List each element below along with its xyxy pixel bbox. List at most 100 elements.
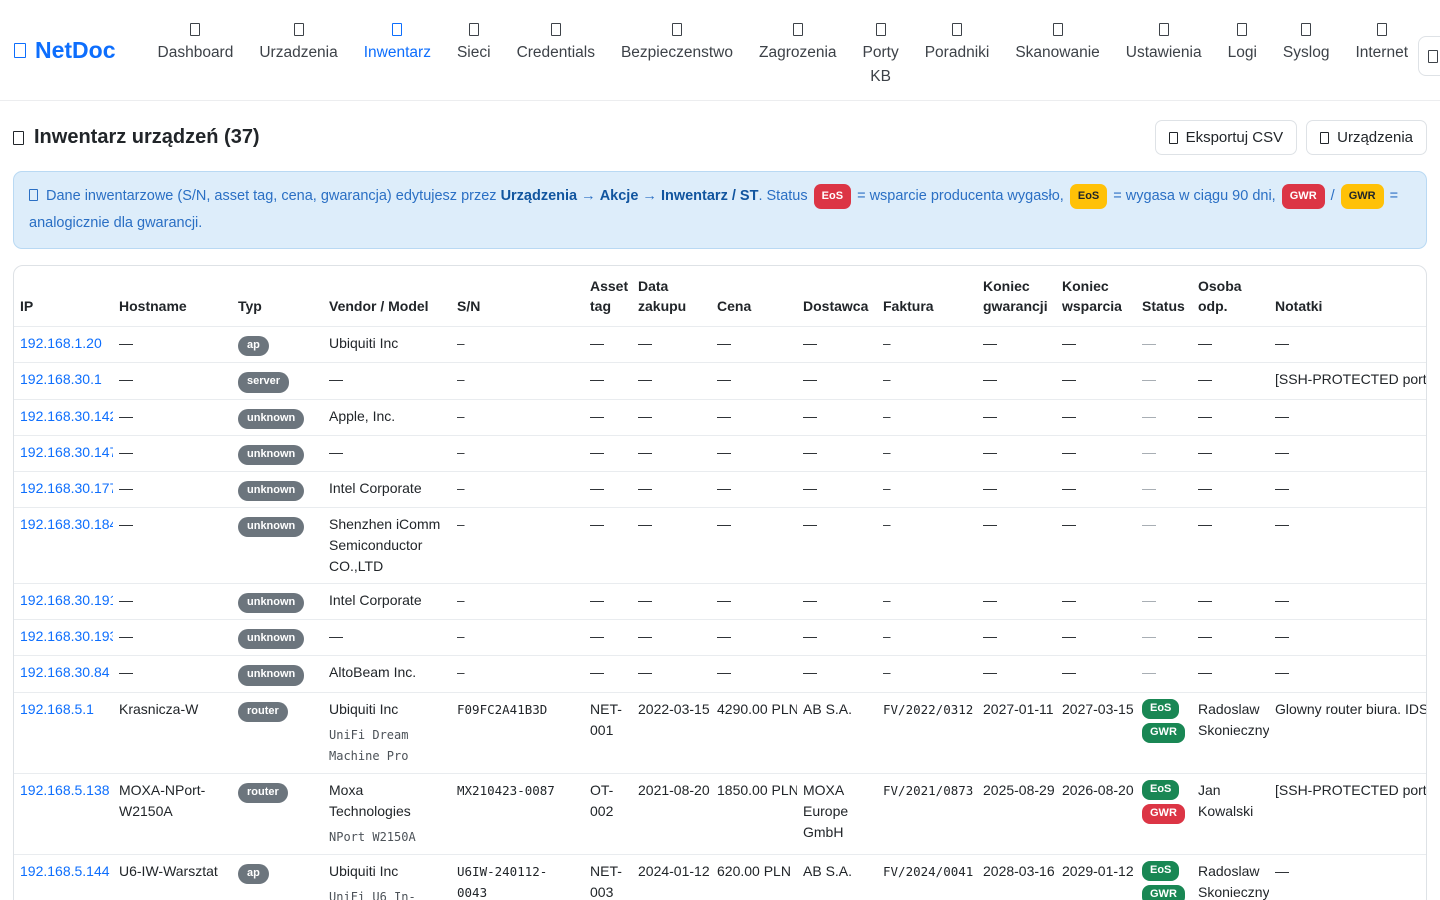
vendor-name: Intel Corporate (329, 590, 443, 611)
banner-bold-text: Akcje (600, 188, 639, 204)
cell-purchase-date: — (632, 584, 711, 620)
cell-owner: — (1192, 363, 1269, 399)
typ-badge-unknown: unknown (238, 445, 304, 465)
typ-badge-ap: ap (238, 864, 269, 884)
cell-serial-number: – (451, 584, 584, 620)
cell-purchase-date: — (632, 471, 711, 507)
status-empty-dash: — (1142, 444, 1156, 460)
table-row: 192.168.30.193—unknown—–————–————— (14, 620, 1426, 656)
cell-supplier: — (797, 471, 877, 507)
ip-link[interactable]: 192.168.5.1 (20, 701, 94, 717)
nav-item-porty-kb[interactable]: Porty KB (863, 11, 899, 89)
typ-badge-ap: ap (238, 336, 269, 356)
cell-typ: unknown (232, 584, 323, 620)
nav-item-bezpieczenstwo[interactable]: Bezpieczenstwo (621, 11, 733, 65)
cell-notes: — (1269, 471, 1426, 507)
ip-link[interactable]: 192.168.5.144 (20, 863, 110, 879)
cell-support-end: — (1056, 399, 1136, 435)
cell-notes: [SSH-PROTECTED port=2 (1269, 363, 1426, 399)
eksportuj-csv-button[interactable]: Eksportuj CSV (1155, 120, 1298, 155)
ip-link[interactable]: 192.168.30.193 (20, 628, 113, 644)
cell-status: — (1136, 399, 1192, 435)
urz-dzenia-button[interactable]: Urządzenia (1306, 120, 1427, 155)
nav-item-internet[interactable]: Internet (1355, 11, 1408, 65)
banner-badge-eos-red: EoS (814, 184, 851, 209)
logs-icon (1237, 23, 1247, 36)
ip-link[interactable]: 192.168.5.138 (20, 782, 110, 798)
cell-hostname: — (113, 471, 232, 507)
cell-purchase-date: — (632, 327, 711, 363)
cell-hostname: — (113, 363, 232, 399)
cell-ip: 192.168.5.138 (14, 773, 113, 854)
ip-link[interactable]: 192.168.30.184 (20, 516, 113, 532)
nav-item-ustawienia[interactable]: Ustawienia (1126, 11, 1202, 65)
col-s-n: S/N (451, 266, 584, 327)
ip-link[interactable]: 192.168.30.177 (20, 480, 113, 496)
cell-support-end: — (1056, 363, 1136, 399)
nav-item-syslog[interactable]: Syslog (1283, 11, 1330, 65)
nav-overflow-button[interactable] (1418, 36, 1440, 76)
overflow-icon (1428, 50, 1438, 63)
cell-invoice: – (877, 508, 977, 584)
cell-support-end: — (1056, 327, 1136, 363)
nav-items: Dashboard Urzadzenia Inwentarz Sieci Credent… (158, 11, 1440, 89)
typ-badge-unknown: unknown (238, 665, 304, 685)
networks-icon (469, 23, 479, 36)
typ-badge-unknown: unknown (238, 409, 304, 429)
cell-warranty-end: — (977, 363, 1056, 399)
cell-warranty-end: — (977, 584, 1056, 620)
ip-link[interactable]: 192.168.30.142 (20, 408, 113, 424)
cell-owner: — (1192, 620, 1269, 656)
cell-vendor-model: Moxa TechnologiesNPort W2150A (323, 773, 451, 854)
cell-price: — (711, 435, 797, 471)
status-empty-dash: — (1142, 335, 1156, 351)
nav-item-sieci[interactable]: Sieci (457, 11, 491, 65)
nav-item-zagrozenia[interactable]: Zagrozenia (759, 11, 837, 65)
nav-item-inwentarz[interactable]: Inwentarz (364, 11, 431, 65)
col-asset-tag: Asset tag (584, 266, 632, 327)
ip-link[interactable]: 192.168.30.147 (20, 444, 113, 460)
cell-warranty-end: — (977, 508, 1056, 584)
cell-purchase-date: 2022-03-15 (632, 692, 711, 773)
cell-hostname: — (113, 584, 232, 620)
cell-typ: unknown (232, 656, 323, 692)
nav-item-urzadzenia[interactable]: Urzadzenia (259, 11, 337, 65)
cell-support-end: — (1056, 584, 1136, 620)
vendor-name: — (329, 442, 443, 463)
col-dostawca: Dostawca (797, 266, 877, 327)
banner-bold-text: Urządzenia (501, 188, 578, 204)
ip-link[interactable]: 192.168.30.84 (20, 664, 110, 680)
typ-badge-unknown: unknown (238, 481, 304, 501)
nav-item-dashboard[interactable]: Dashboard (158, 11, 234, 65)
cell-owner: — (1192, 327, 1269, 363)
cell-invoice: – (877, 327, 977, 363)
cell-purchase-date: — (632, 508, 711, 584)
nav-item-credentials[interactable]: Credentials (517, 11, 595, 65)
cell-notes: — (1269, 620, 1426, 656)
cell-price: — (711, 508, 797, 584)
cell-purchase-date: 2021-08-20 (632, 773, 711, 854)
nav-item-poradniki[interactable]: Poradniki (925, 11, 990, 65)
cell-warranty-end: — (977, 620, 1056, 656)
table-row: 192.168.1.20—apUbiquiti Inc–————–————— (14, 327, 1426, 363)
guides-icon (952, 23, 962, 36)
settings-icon (1159, 23, 1169, 36)
ip-link[interactable]: 192.168.30.1 (20, 371, 102, 387)
ip-link[interactable]: 192.168.30.191 (20, 592, 113, 608)
cell-vendor-model: Ubiquiti Inc (323, 327, 451, 363)
nav-item-skanowanie[interactable]: Skanowanie (1015, 11, 1099, 65)
brand[interactable]: NetDoc (14, 37, 116, 64)
cell-owner: Jan Kowalski (1192, 773, 1269, 854)
status-empty-dash: — (1142, 592, 1156, 608)
nav-item-logi[interactable]: Logi (1228, 11, 1257, 65)
cell-status: — (1136, 363, 1192, 399)
page-title: Inwentarz urządzeń (37) (13, 126, 260, 149)
cell-vendor-model: Intel Corporate (323, 584, 451, 620)
threats-icon (793, 23, 803, 36)
inventory-table: IPHostnameTypVendor / ModelS/NAsset tagD… (14, 266, 1426, 900)
cell-price: 4290.00 PLN (711, 692, 797, 773)
cell-status: — (1136, 584, 1192, 620)
typ-badge-router: router (238, 702, 288, 722)
devices-icon (1320, 132, 1329, 144)
ip-link[interactable]: 192.168.1.20 (20, 335, 102, 351)
